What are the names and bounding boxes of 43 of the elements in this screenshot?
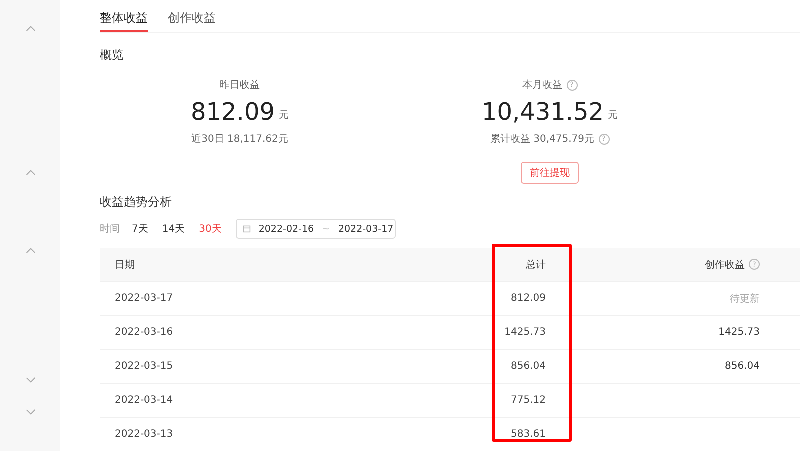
column-header: 日期 [115, 258, 135, 272]
range-option[interactable]: 30天 [199, 222, 222, 236]
table-cell: 1425.73 [718, 327, 760, 338]
table-cell: 1425.73 [504, 327, 546, 338]
section-title: 收益趋势分析 [100, 194, 173, 211]
date-range-field[interactable]: 2022-02-16 ~ 2022-03-17 [236, 219, 396, 239]
table-cell: 583.61 [511, 429, 546, 440]
chevron-icon[interactable] [26, 25, 36, 32]
table-cell: 2022-03-13 [115, 429, 174, 440]
table-cell: 2022-03-14 [115, 395, 174, 406]
range-option[interactable]: 14天 [162, 222, 186, 236]
table-cell: 812.09 [511, 293, 546, 304]
table-cell: 856.04 [725, 361, 760, 372]
table-cell: 856.04 [511, 361, 546, 372]
filter-label: 时间 [100, 222, 120, 236]
column-header: 创作收益 [705, 258, 745, 272]
table-cell-text: 待更新 [730, 292, 760, 306]
range-option[interactable]: 7天 [132, 222, 148, 236]
table-cell: 2022-03-15 [115, 361, 174, 372]
chevron-icon[interactable] [26, 247, 36, 254]
withdraw-button[interactable]: 前往提现 [521, 162, 579, 184]
unit-label: 元 [608, 109, 618, 122]
stat-value: 812.09 [191, 98, 275, 126]
end-date: 2022-03-17 [338, 224, 394, 234]
column-header: 总计 [526, 258, 546, 272]
chevron-icon[interactable] [26, 169, 36, 176]
unit-label: 元 [278, 109, 289, 122]
tab[interactable]: 创作收益 [168, 0, 216, 32]
stat-label: 本月收益 [522, 78, 562, 92]
chevron-icon[interactable] [26, 409, 36, 416]
section-title: 概览 [100, 47, 125, 64]
chevron-icon[interactable] [26, 377, 36, 384]
calendar-icon [242, 225, 251, 233]
table-cell: 2022-03-16 [115, 327, 174, 338]
table-cell: 775.12 [511, 395, 546, 406]
stat-label: 昨日收益 [220, 79, 260, 92]
table-cell: 2022-03-17 [115, 293, 174, 304]
start-date: 2022-02-16 [258, 224, 314, 234]
stat-subtext: 累计收益 30,475.79元 [490, 132, 595, 146]
stat-value: 10,431.52 [482, 98, 604, 126]
range-separator: ~ [322, 224, 330, 234]
stat-subtext: 近30日 18,117.62元 [192, 132, 288, 146]
tab[interactable]: 整体收益 [100, 0, 148, 32]
